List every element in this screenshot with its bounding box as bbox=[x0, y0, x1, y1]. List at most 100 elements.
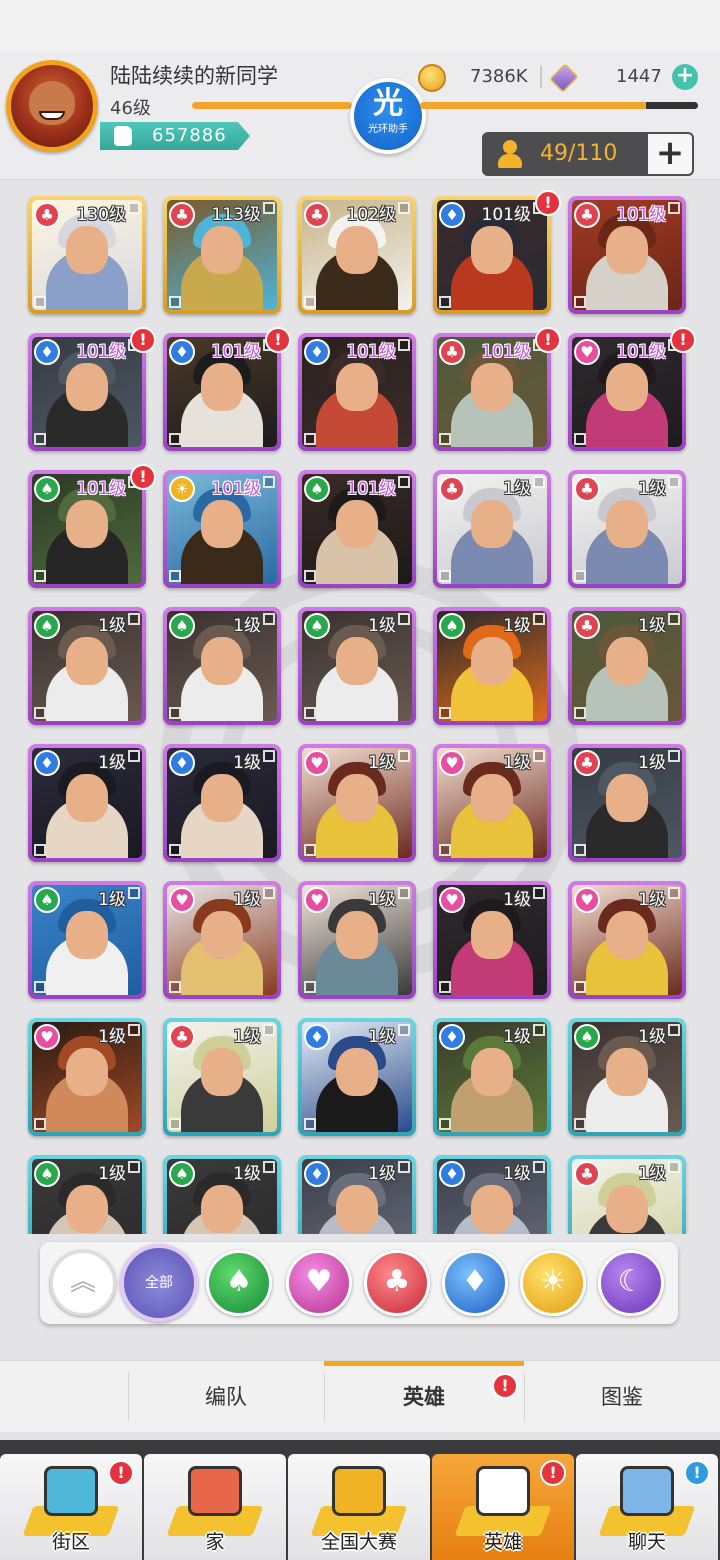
filter-moon-button[interactable]: ☾ bbox=[598, 1250, 664, 1316]
filter-club-button[interactable]: ♣ bbox=[364, 1250, 430, 1316]
hero-card[interactable]: ♦ 1级 bbox=[433, 1018, 551, 1136]
hero-card[interactable]: ♦ 1级 bbox=[433, 1155, 551, 1234]
card-corner-ornament bbox=[574, 981, 586, 993]
hero-card[interactable]: ♣ 101级 bbox=[433, 333, 551, 451]
hero-card[interactable]: ♣ 113级 bbox=[163, 196, 281, 314]
hero-level: 1级 bbox=[368, 890, 396, 910]
hero-card[interactable]: ♣ 1级 bbox=[568, 1155, 686, 1234]
faction-icon: ♣ bbox=[574, 1161, 600, 1187]
hero-level: 1级 bbox=[638, 1027, 666, 1047]
hero-card[interactable]: ♥ 1级 bbox=[433, 744, 551, 862]
subtab-1[interactable]: 英雄 bbox=[324, 1361, 524, 1433]
hero-card[interactable]: ♦ 1级 bbox=[298, 1018, 416, 1136]
hero-card[interactable]: ♠ 1级 bbox=[163, 607, 281, 725]
hero-card[interactable]: ♥ 1级 bbox=[298, 744, 416, 862]
filter-heart-button[interactable]: ♥ bbox=[286, 1250, 352, 1316]
hero-head bbox=[606, 1048, 648, 1096]
filter-all-button[interactable]: 全部 bbox=[120, 1244, 198, 1322]
filter-diamond-button[interactable]: ♦ bbox=[442, 1250, 508, 1316]
hero-head bbox=[606, 226, 648, 274]
hero-card[interactable]: ♣ 102级 bbox=[298, 196, 416, 314]
filter-sun-button[interactable]: ☀ bbox=[520, 1250, 586, 1316]
hero-head bbox=[606, 500, 648, 548]
hero-card[interactable]: ♣ 1级 bbox=[568, 744, 686, 862]
hero-head bbox=[336, 226, 378, 274]
hero-card[interactable]: ♣ 1级 bbox=[568, 470, 686, 588]
hero-card[interactable]: ♠ 1级 bbox=[28, 881, 146, 999]
hero-level: 1级 bbox=[233, 616, 261, 636]
faction-icon: ♠ bbox=[34, 887, 60, 913]
faction-icon: ♥ bbox=[304, 750, 330, 776]
card-corner-ornament bbox=[34, 707, 46, 719]
hero-card[interactable]: ♦ 101级 bbox=[433, 196, 551, 314]
resource-divider bbox=[540, 66, 542, 88]
hero-card[interactable]: ♦ 1级 bbox=[163, 744, 281, 862]
hero-card[interactable]: ♠ 1级 bbox=[163, 1155, 281, 1234]
nav-house[interactable]: 家 bbox=[144, 1454, 286, 1560]
hero-card[interactable]: ☀ 101级 bbox=[163, 470, 281, 588]
hero-card[interactable]: ♥ 1级 bbox=[568, 881, 686, 999]
hero-card[interactable]: ♥ 1级 bbox=[298, 881, 416, 999]
hero-card[interactable]: ♣ 101级 bbox=[568, 196, 686, 314]
hero-card[interactable]: ♣ 130级 bbox=[28, 196, 146, 314]
hero-card[interactable]: ♣ 1级 bbox=[163, 1018, 281, 1136]
hero-card[interactable]: ♦ 1级 bbox=[28, 744, 146, 862]
hero-card[interactable]: ♠ 101级 bbox=[298, 470, 416, 588]
cards-icon bbox=[476, 1466, 530, 1516]
subtab-2[interactable]: 图鉴 bbox=[524, 1361, 720, 1433]
hero-head bbox=[336, 637, 378, 685]
add-gems-button[interactable]: + bbox=[672, 64, 698, 90]
hero-card[interactable]: ♦ 101级 bbox=[163, 333, 281, 451]
hero-level: 101级 bbox=[76, 479, 126, 499]
halo-helper-button[interactable]: 光 光环助手 bbox=[350, 78, 426, 154]
hero-card[interactable]: ♦ 101级 bbox=[28, 333, 146, 451]
hero-card[interactable]: ♠ 1级 bbox=[28, 1155, 146, 1234]
hero-card[interactable]: ♦ 101级 bbox=[298, 333, 416, 451]
power-value: 657886 bbox=[152, 125, 227, 146]
hero-card[interactable]: ♦ 1级 bbox=[298, 1155, 416, 1234]
card-corner-ornament bbox=[398, 339, 410, 351]
card-corner-ornament bbox=[398, 202, 410, 214]
card-corner-ornament bbox=[304, 1118, 316, 1130]
hero-card[interactable]: ♠ 1级 bbox=[568, 1018, 686, 1136]
card-corner-ornament bbox=[169, 844, 181, 856]
faction-icon: ♣ bbox=[574, 613, 600, 639]
card-corner-ornament bbox=[398, 476, 410, 488]
nav-alert-badge: ! bbox=[684, 1460, 710, 1486]
player-avatar[interactable] bbox=[6, 60, 98, 152]
subtab-alert-badge: ! bbox=[492, 1373, 518, 1399]
coin-value: 7386K bbox=[470, 66, 528, 87]
card-corner-ornament bbox=[34, 570, 46, 582]
chat-bubble-icon bbox=[620, 1466, 674, 1516]
hero-card[interactable]: ♥ 1级 bbox=[163, 881, 281, 999]
hero-card[interactable]: ♣ 1级 bbox=[433, 470, 551, 588]
faction-icon: ♣ bbox=[169, 1024, 195, 1050]
hero-card[interactable]: ♠ 1级 bbox=[298, 607, 416, 725]
faction-icon: ♣ bbox=[574, 202, 600, 228]
faction-icon: ♦ bbox=[169, 339, 195, 365]
hero-head bbox=[336, 500, 378, 548]
expand-hero-slots-button[interactable]: + bbox=[646, 132, 694, 176]
person-icon bbox=[498, 140, 522, 168]
hero-card[interactable]: ♥ 1级 bbox=[28, 1018, 146, 1136]
hero-level: 1级 bbox=[503, 616, 531, 636]
alert-badge: ! bbox=[265, 327, 291, 353]
hero-grid[interactable]: ♣ 130级 ♣ 113级 ♣ 102级 ♦ 101级! ♣ 101级 ♦ 101级! ♦ 101级! ♦ 1… bbox=[0, 186, 720, 1234]
hero-level: 1级 bbox=[638, 753, 666, 773]
faction-icon: ♠ bbox=[439, 613, 465, 639]
hero-card[interactable]: ♠ 1级 bbox=[28, 607, 146, 725]
card-corner-ornament bbox=[128, 887, 140, 899]
resource-bar bbox=[420, 102, 698, 109]
collapse-button[interactable]: ︽ bbox=[50, 1250, 116, 1316]
card-corner-ornament bbox=[128, 1024, 140, 1036]
hero-card[interactable]: ♥ 1级 bbox=[433, 881, 551, 999]
card-corner-ornament bbox=[574, 844, 586, 856]
hero-card[interactable]: ♣ 1级 bbox=[568, 607, 686, 725]
faction-icon: ♥ bbox=[169, 887, 195, 913]
filter-spade-button[interactable]: ♠ bbox=[206, 1250, 272, 1316]
hero-card[interactable]: ♠ 1级 bbox=[433, 607, 551, 725]
hero-card[interactable]: ♠ 101级 bbox=[28, 470, 146, 588]
subtab-0[interactable]: 编队 bbox=[128, 1361, 324, 1433]
hero-card[interactable]: ♥ 101级 bbox=[568, 333, 686, 451]
nav-trophy[interactable]: 全国大赛 bbox=[288, 1454, 430, 1560]
